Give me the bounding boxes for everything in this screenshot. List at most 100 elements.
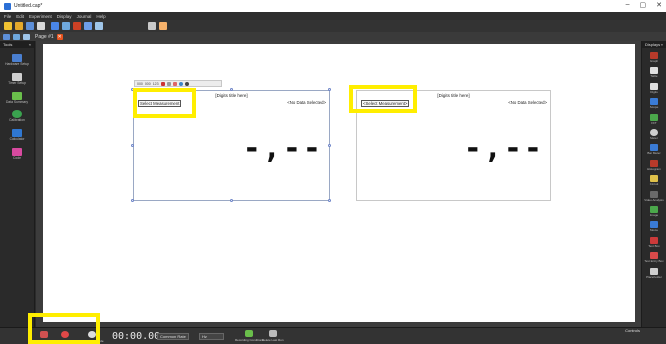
properties-icon[interactable] <box>178 81 183 86</box>
menu-file[interactable]: File <box>4 14 11 19</box>
delete-icon[interactable] <box>73 22 81 30</box>
tool-label: Code <box>13 155 21 160</box>
tool-hardware-setup[interactable]: Hardware Setup <box>0 54 34 67</box>
bottom-button-label: Recording Conditions <box>235 338 264 342</box>
app-icon <box>4 2 11 10</box>
resize-handle[interactable] <box>230 88 233 91</box>
display-label: Image <box>649 213 659 218</box>
tool-data-summary[interactable]: Data Summary <box>0 91 34 105</box>
tool-label: Calibration <box>9 118 25 123</box>
menu-help[interactable]: Help <box>96 14 105 19</box>
close-page-icon[interactable]: ✕ <box>56 33 63 40</box>
tool-timer-setup[interactable]: Timer Setup <box>0 72 34 86</box>
display-movie[interactable]: Movie <box>642 221 666 232</box>
display-graph[interactable]: Graph <box>642 52 666 63</box>
layout-icon[interactable] <box>148 22 156 30</box>
display-image[interactable]: Image <box>642 206 666 217</box>
copy-icon[interactable] <box>51 22 59 30</box>
resize-handle[interactable] <box>328 88 331 91</box>
tool-label: Hardware Setup <box>5 62 29 66</box>
tools-panel-header: Tools « <box>0 41 34 48</box>
display-digits[interactable]: Digits <box>642 82 666 94</box>
display-text-box[interactable]: Text Box <box>642 236 666 248</box>
graph-icon <box>650 52 658 59</box>
meter-icon <box>650 129 658 137</box>
collapse-tools-icon[interactable]: « <box>29 42 31 47</box>
menu-experiment[interactable]: Experiment <box>29 14 52 19</box>
display-placeholder[interactable]: Placeholder <box>642 267 666 279</box>
maximize-button[interactable]: ▢ <box>640 1 647 9</box>
resize-handle[interactable] <box>328 144 331 147</box>
display-circuit[interactable]: Circuit <box>642 175 666 186</box>
menu-edit[interactable]: Edit <box>16 14 24 19</box>
dropdown-icon[interactable] <box>166 81 171 86</box>
new-file-icon[interactable] <box>4 22 12 30</box>
display-bar-meter[interactable]: Bar Meter <box>642 144 666 155</box>
tool-calibration[interactable]: Calibration <box>0 110 34 123</box>
title-bar: Untitled.cap* – ▢ ✕ <box>0 0 666 12</box>
circuit-icon <box>650 175 658 183</box>
view-icon[interactable] <box>184 81 189 86</box>
tool-code[interactable]: Code <box>0 147 34 161</box>
delete-last-run-button[interactable]: Delete Last Run <box>262 330 284 342</box>
controls-toggle[interactable]: Controls <box>625 328 640 333</box>
display-label: Text Entry Box <box>644 259 664 264</box>
mini-toolbar-label[interactable]: 000 <box>145 82 151 86</box>
minimize-button[interactable]: – <box>626 1 630 9</box>
tool-label: Calculator <box>9 137 25 142</box>
redo-icon[interactable] <box>95 22 103 30</box>
resize-handle[interactable] <box>230 199 233 202</box>
display-label: Text Box <box>648 243 660 248</box>
tab-page-1[interactable]: Page #1 <box>35 34 54 40</box>
app-window: Untitled.cap* – ▢ ✕ File Edit Experiment… <box>0 0 666 344</box>
window-title: Untitled.cap* <box>14 3 43 9</box>
tool-label: Timer Setup <box>8 80 26 85</box>
resize-handle[interactable] <box>131 144 134 147</box>
menu-display[interactable]: Display <box>57 14 72 19</box>
save-icon[interactable] <box>26 22 34 30</box>
page-view-icon[interactable] <box>23 33 30 40</box>
close-window-button[interactable]: ✕ <box>656 1 662 9</box>
resize-handle[interactable] <box>131 199 134 202</box>
display-video-analysis[interactable]: Video Analysis <box>642 190 666 202</box>
menu-journal[interactable]: Journal <box>77 14 92 19</box>
calibration-icon <box>12 110 22 119</box>
data-summary-icon <box>12 91 22 100</box>
sigma-icon[interactable] <box>160 81 165 86</box>
mini-toolbar-label[interactable]: 123 <box>153 82 159 86</box>
displays-panel-title: Displays <box>645 42 661 47</box>
page-list-icon[interactable] <box>3 33 10 40</box>
undo-icon[interactable] <box>84 22 92 30</box>
text-entry-box-icon <box>650 252 658 260</box>
journal-icon[interactable] <box>159 22 167 30</box>
pin-icon[interactable] <box>172 81 177 86</box>
tools-panel: Tools « Hardware Setup Timer Setup Data … <box>0 41 35 327</box>
resize-handle[interactable] <box>328 199 331 202</box>
sample-rate-select[interactable]: Common Rate <box>157 333 189 340</box>
tool-calculator[interactable]: Calculator <box>0 129 34 142</box>
display-text-entry-box[interactable]: Text Entry Box <box>642 252 666 263</box>
recording-conditions-button[interactable]: Recording Conditions <box>235 330 264 342</box>
print-icon[interactable] <box>37 22 45 30</box>
display-fft[interactable]: FFT <box>642 113 666 125</box>
display-table[interactable]: Table <box>642 67 666 78</box>
menu-bar: File Edit Experiment Display Journal Hel… <box>0 12 666 20</box>
text-box-icon <box>650 236 658 244</box>
display-histogram[interactable]: Histogram <box>642 159 666 171</box>
rate-value-select[interactable]: Hz <box>199 333 224 340</box>
display-scope[interactable]: Scope <box>642 98 666 109</box>
display-mini-toolbar: 000 000 123 <box>134 80 222 87</box>
displays-panel-header: Displays » <box>642 41 666 48</box>
video-analysis-icon <box>650 190 658 198</box>
display-label: FFT <box>651 120 657 125</box>
bottom-button-label: Delete Last Run <box>262 338 284 342</box>
open-folder-icon[interactable] <box>15 22 23 30</box>
page-add-icon[interactable] <box>13 33 20 40</box>
collapse-displays-icon[interactable]: » <box>661 42 663 47</box>
paste-icon[interactable] <box>62 22 70 30</box>
highlight-box <box>133 88 196 118</box>
fft-icon <box>650 113 658 121</box>
display-meter[interactable]: Meter <box>642 129 666 140</box>
page-canvas[interactable]: [Digits title here] <No Data Selected> S… <box>43 44 635 322</box>
mini-toolbar-label[interactable]: 000 <box>137 82 143 86</box>
